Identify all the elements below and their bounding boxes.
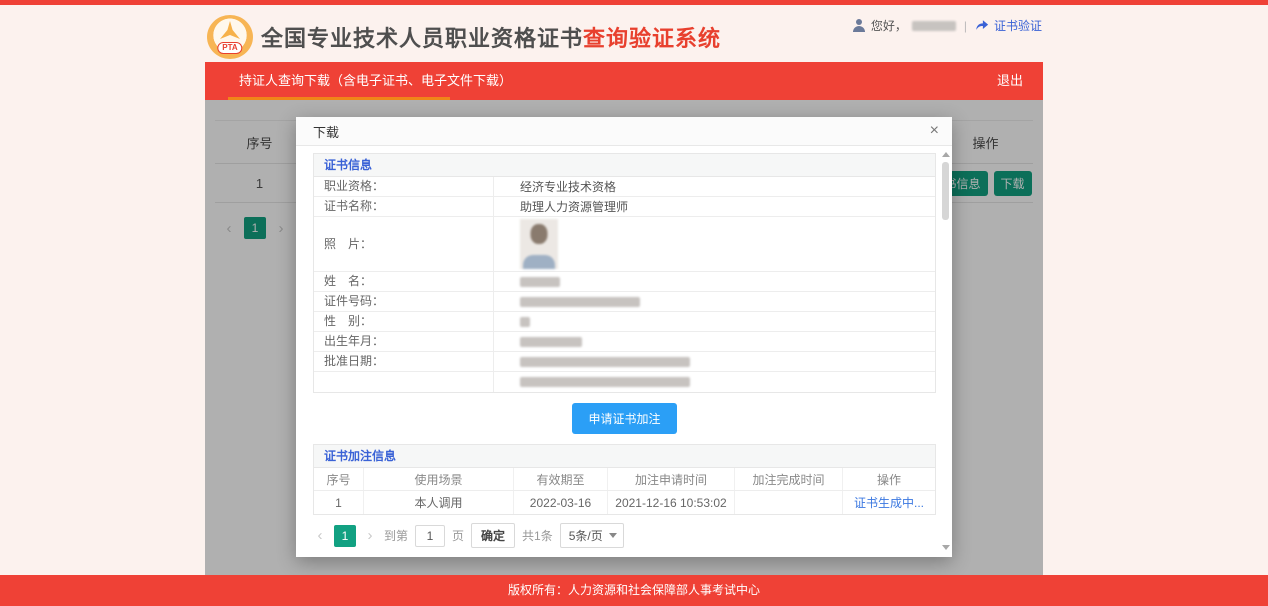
modal-header: 下载 × — [296, 117, 952, 146]
annotation-info-table: 证书加注信息 序号 使用场景 有效期至 加注申请时间 加注完成时间 操作 1 本… — [313, 444, 936, 515]
cell-apply-time: 2021-12-16 10:53:02 — [608, 491, 735, 514]
cert-label: 姓 名： — [314, 272, 494, 291]
page-title-accent: 查询验证系统 — [583, 26, 721, 51]
download-modal: 下载 × 证书信息 职业资格： 经济专业技术资格 证书名称： 助理人力资源管理师… — [296, 117, 952, 557]
pta-logo-icon: PTA — [207, 15, 253, 59]
navbar: 持证人查询下载（含电子证书、电子文件下载） 退出 — [205, 62, 1043, 100]
page-unit-label: 页 — [452, 527, 464, 544]
cert-value-redacted — [494, 332, 935, 351]
cert-value: 经济专业技术资格 — [494, 177, 935, 196]
pta-logo-text: PTA — [217, 42, 242, 54]
site-header: PTA 全国专业技术人员职业资格证书查询验证系统 您好， | 证书验证 — [0, 5, 1268, 62]
confirm-page-button[interactable]: 确定 — [471, 523, 515, 548]
cert-value: 助理人力资源管理师 — [494, 197, 935, 216]
annotation-table-row: 1 本人调用 2022-03-16 2021-12-16 10:53:02 证书… — [314, 491, 935, 514]
col-action: 操作 — [843, 468, 935, 490]
cert-label: 出生年月： — [314, 332, 494, 351]
cert-row-id-number: 证件号码： — [314, 292, 935, 312]
cell-action: 证书生成中... — [843, 491, 935, 514]
cert-label: 性 别： — [314, 312, 494, 331]
apply-button-wrap: 申请证书加注 — [313, 403, 936, 434]
content-container: 持证人查询下载（含电子证书、电子文件下载） 退出 序号 操作 1 证书信息 下载 — [205, 62, 1043, 575]
content-area: 序号 操作 1 证书信息 下载 ‹ 1 › 到第 — [205, 100, 1043, 575]
brand: PTA 全国专业技术人员职业资格证书查询验证系统 — [207, 15, 721, 59]
page-title: 全国专业技术人员职业资格证书查询验证系统 — [261, 21, 721, 53]
col-seq: 序号 — [314, 468, 364, 490]
cert-value-redacted — [494, 292, 935, 311]
cert-verify-link[interactable]: 证书验证 — [994, 17, 1042, 34]
greeting-text: 您好， — [871, 17, 907, 34]
cell-scene: 本人调用 — [364, 491, 514, 514]
divider: | — [964, 19, 967, 33]
close-icon[interactable]: × — [930, 123, 939, 139]
share-arrow-icon[interactable] — [975, 19, 989, 32]
goto-page-label: 到第 — [384, 527, 408, 544]
cert-value-redacted — [494, 352, 935, 371]
logout-button[interactable]: 退出 — [997, 62, 1023, 100]
cert-row-photo: 照 片： — [314, 217, 935, 272]
cert-label: 批准日期： — [314, 352, 494, 371]
copyright-text: 版权所有：人力资源和社会保障部人事考试中心 — [508, 583, 760, 597]
col-apply-time: 加注申请时间 — [608, 468, 735, 490]
cell-seq: 1 — [314, 491, 364, 514]
next-page-icon[interactable]: › — [363, 527, 377, 544]
current-page-button[interactable]: 1 — [334, 525, 356, 547]
cert-row-name: 证书名称： 助理人力资源管理师 — [314, 197, 935, 217]
cell-valid-until: 2022-03-16 — [514, 491, 608, 514]
cert-row-extra — [314, 372, 935, 392]
total-count-label: 共1条 — [522, 527, 553, 544]
user-icon — [852, 19, 866, 32]
page-title-main: 全国专业技术人员职业资格证书 — [261, 26, 583, 51]
cert-row-qualification: 职业资格： 经济专业技术资格 — [314, 177, 935, 197]
cert-row-gender: 性 别： — [314, 312, 935, 332]
cell-complete-time — [735, 491, 843, 514]
cert-row-birth: 出生年月： — [314, 332, 935, 352]
annotation-section-title: 证书加注信息 — [314, 445, 935, 468]
prev-page-icon[interactable]: ‹ — [313, 527, 327, 544]
certificate-info-section-title: 证书信息 — [314, 154, 935, 177]
cert-value-redacted — [494, 312, 935, 331]
cert-value — [494, 217, 935, 271]
footer: 版权所有：人力资源和社会保障部人事考试中心 — [0, 575, 1268, 606]
cert-row-person-name: 姓 名： — [314, 272, 935, 292]
col-valid-until: 有效期至 — [514, 468, 608, 490]
modal-scrollbar[interactable] — [941, 152, 950, 550]
page-size-select[interactable]: 5条/页 — [560, 523, 624, 548]
annotation-table-header: 序号 使用场景 有效期至 加注申请时间 加注完成时间 操作 — [314, 468, 935, 491]
certificate-info-table: 证书信息 职业资格： 经济专业技术资格 证书名称： 助理人力资源管理师 照 片： — [313, 153, 936, 393]
user-name-redacted — [912, 21, 956, 31]
cert-label — [314, 372, 494, 392]
modal-pagination: ‹ 1 › 到第 页 确定 共1条 5条/页 — [313, 523, 936, 548]
cert-label: 照 片： — [314, 217, 494, 271]
cert-label: 证书名称： — [314, 197, 494, 216]
cert-value-redacted — [494, 272, 935, 291]
cert-label: 证件号码： — [314, 292, 494, 311]
scroll-down-icon[interactable] — [942, 545, 950, 550]
col-scene: 使用场景 — [364, 468, 514, 490]
cert-value-redacted — [494, 372, 935, 392]
cert-label: 职业资格： — [314, 177, 494, 196]
user-area: 您好， | 证书验证 — [852, 17, 1042, 34]
nav-tab-holder-query-download[interactable]: 持证人查询下载（含电子证书、电子文件下载） — [239, 62, 512, 100]
cert-generating-link[interactable]: 证书生成中... — [854, 494, 924, 511]
col-complete-time: 加注完成时间 — [735, 468, 843, 490]
cert-row-approve-date: 批准日期： — [314, 352, 935, 372]
scroll-up-icon[interactable] — [942, 152, 950, 157]
page-number-input[interactable] — [415, 525, 445, 547]
modal-body: 证书信息 职业资格： 经济专业技术资格 证书名称： 助理人力资源管理师 照 片： — [296, 146, 952, 556]
scrollbar-thumb[interactable] — [942, 162, 949, 220]
certificate-photo — [520, 219, 558, 269]
modal-title: 下载 — [313, 122, 339, 141]
apply-annotation-button[interactable]: 申请证书加注 — [572, 403, 676, 434]
